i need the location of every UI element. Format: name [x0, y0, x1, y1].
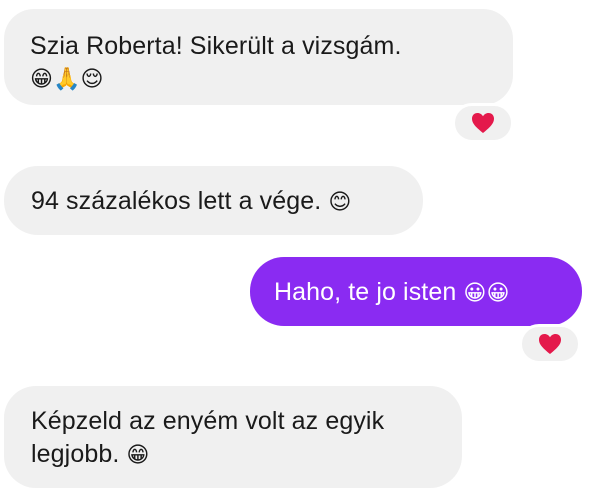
reaction-badge[interactable] [452, 103, 514, 143]
message-text: Szia Roberta! Sikerült a vizsgám. [30, 32, 402, 60]
message-bubble-incoming[interactable]: Képzeld az enyém volt az egyik legjobb. … [4, 386, 462, 488]
reaction-badge[interactable] [519, 324, 581, 364]
emoji-row: 😁🙏😌 [30, 67, 104, 92]
message-text: Képzeld az enyém volt az egyik [31, 407, 385, 435]
heart-reaction-icon [539, 334, 561, 354]
message-text: 94 százalékos lett a vége. [31, 187, 322, 215]
message-text: Haho, te jo isten [274, 278, 457, 306]
message-text-line2: legjobb. 😁 [31, 438, 462, 472]
message-text: legjobb. [31, 440, 120, 468]
message-bubble-outgoing[interactable]: Haho, te jo isten 😀😀 [250, 257, 582, 326]
message-bubble-incoming[interactable]: 94 százalékos lett a vége. 😊 [4, 166, 423, 235]
heart-reaction-icon [472, 113, 494, 133]
beaming-emoji: 😁 [126, 443, 150, 468]
grinning-emoji: 😀😀 [463, 281, 510, 306]
smiling-emoji: 😊 [328, 190, 352, 215]
message-bubble-incoming[interactable]: Szia Roberta! Sikerült a vizsgám. 😁🙏😌 [4, 9, 513, 105]
